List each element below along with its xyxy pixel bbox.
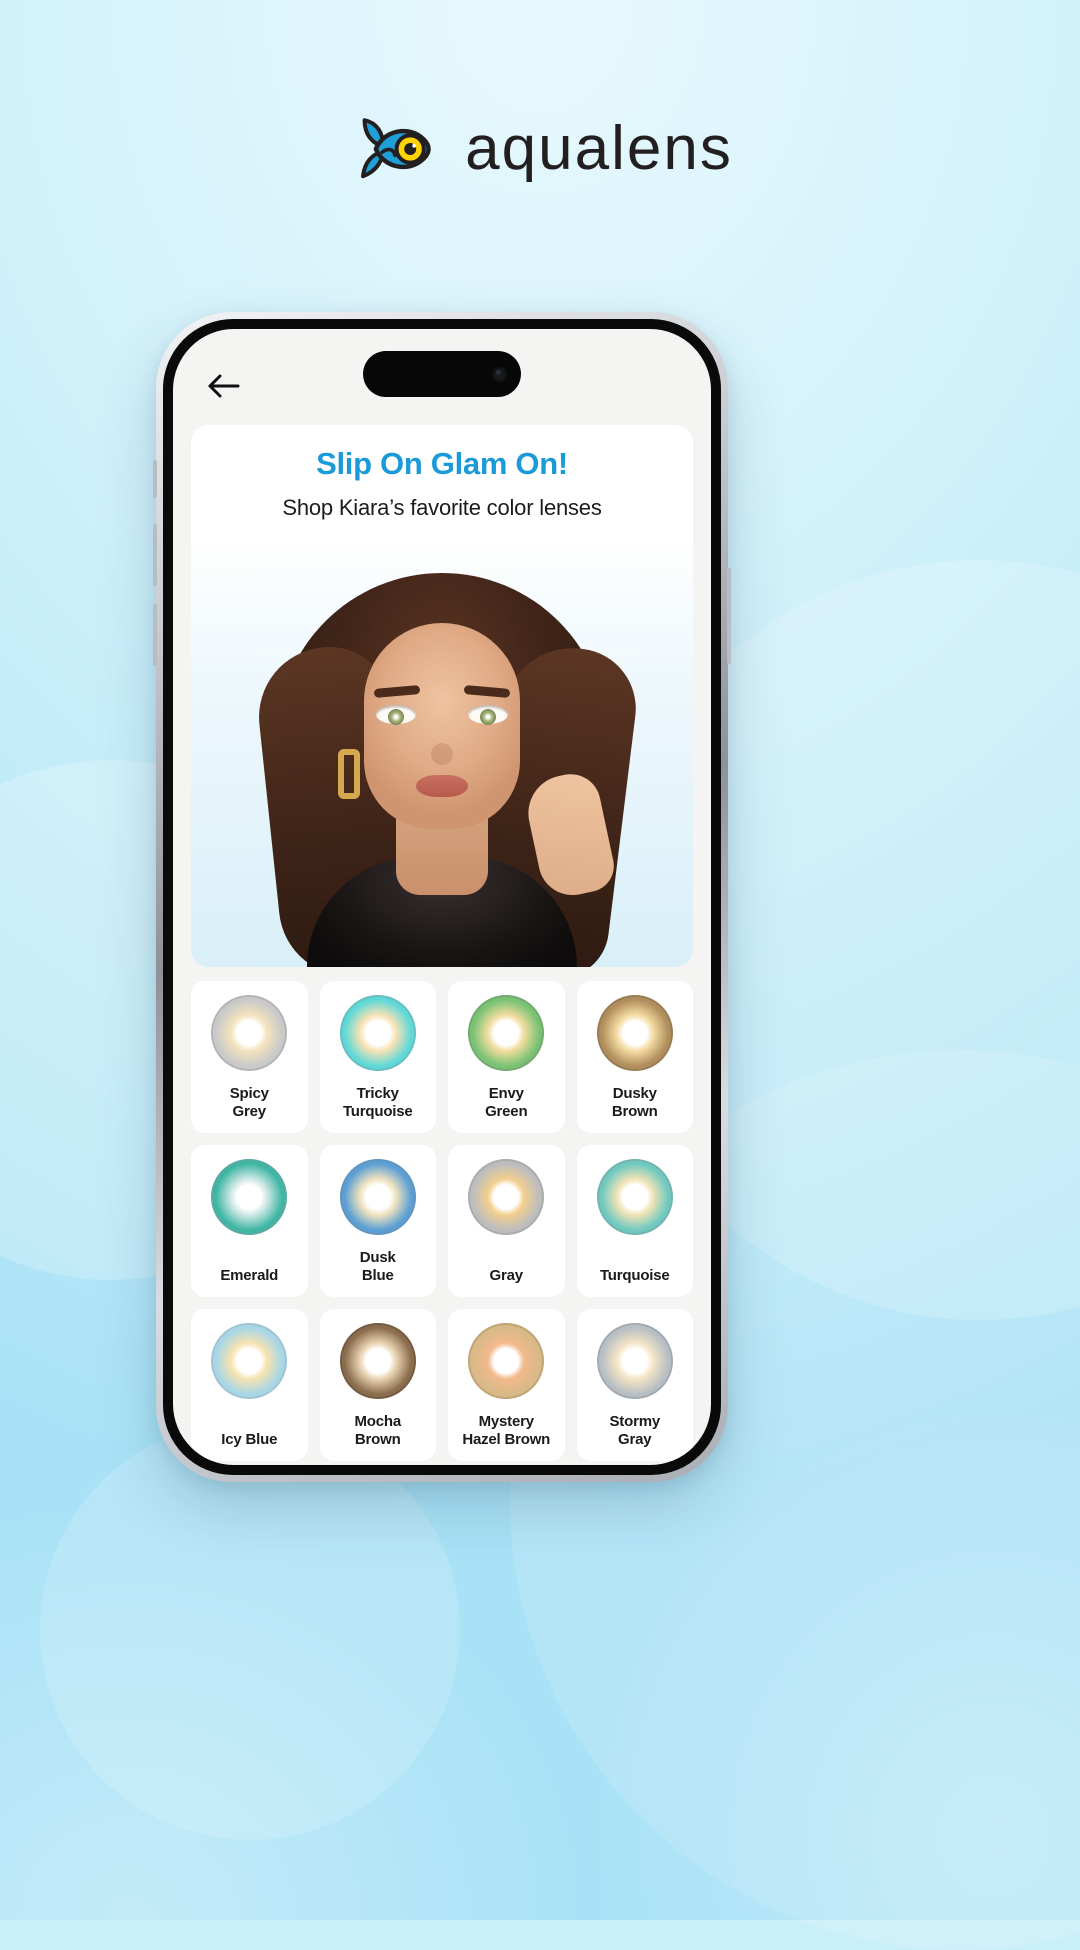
lens-label-line2: Hazel Brown bbox=[462, 1430, 551, 1448]
lens-label-line2: Grey bbox=[232, 1102, 267, 1120]
lens-card[interactable]: Icy Blue bbox=[191, 1309, 308, 1462]
lens-card-label: Dusky Brown bbox=[612, 1073, 658, 1122]
hero-photo bbox=[191, 537, 693, 968]
lens-card[interactable]: Spicy Grey bbox=[191, 981, 308, 1134]
dynamic-island bbox=[363, 351, 521, 397]
lens-card[interactable]: Stormy Gray bbox=[576, 1309, 693, 1462]
model-illustration bbox=[191, 537, 693, 968]
brand-name-lens: lens bbox=[611, 114, 733, 183]
lens-card[interactable]: Dusk Blue bbox=[319, 1145, 436, 1298]
brand-logo: aqua lens bbox=[0, 112, 1080, 186]
lens-swatch-stormy-gray bbox=[596, 1323, 673, 1400]
lens-label-line1: Dusk bbox=[359, 1248, 396, 1266]
back-button[interactable] bbox=[203, 365, 245, 407]
lens-card-label: Gray bbox=[489, 1255, 524, 1285]
brand-name-aqua: aqua bbox=[465, 114, 612, 183]
fish-eye-logo-icon bbox=[361, 118, 431, 179]
lens-card-label: Tricky Turquoise bbox=[343, 1073, 413, 1122]
lens-swatch-gray bbox=[468, 1159, 545, 1236]
hero-card: Slip On Glam On! Shop Kiara’s favorite c… bbox=[191, 425, 693, 968]
phone-mockup: Slip On Glam On! Shop Kiara’s favorite c… bbox=[153, 312, 731, 1482]
lens-card-label: Envy Green bbox=[485, 1073, 528, 1122]
lens-label-line1: Stormy bbox=[609, 1412, 661, 1430]
lens-card-label: Turquoise bbox=[600, 1255, 670, 1285]
lens-label-line1: Dusky bbox=[612, 1084, 657, 1102]
lens-swatch-mocha-brown bbox=[339, 1323, 416, 1400]
lens-card[interactable]: Emerald bbox=[191, 1145, 308, 1298]
lens-card[interactable]: Turquoise bbox=[576, 1145, 693, 1298]
lens-swatch-spicy-grey bbox=[211, 995, 288, 1072]
lens-label-line2: Gray bbox=[618, 1430, 652, 1448]
lens-card[interactable]: Dusky Brown bbox=[576, 981, 693, 1134]
lens-label-line2: Turquoise bbox=[342, 1102, 413, 1120]
lens-card-label: Dusk Blue bbox=[360, 1237, 396, 1286]
phone-volume-up-button[interactable] bbox=[153, 524, 157, 586]
lens-label-line1: Emerald bbox=[220, 1266, 279, 1284]
phone-screen: Slip On Glam On! Shop Kiara’s favorite c… bbox=[173, 329, 711, 1465]
lens-card-label: Spicy Grey bbox=[230, 1073, 269, 1122]
lens-card-label: Emerald bbox=[220, 1255, 278, 1285]
lens-card[interactable]: Mocha Brown bbox=[319, 1309, 436, 1462]
lens-card-label: Icy Blue bbox=[221, 1419, 277, 1449]
brand-wordmark: aqua lens bbox=[465, 118, 733, 180]
lens-card-label: Stormy Gray bbox=[609, 1401, 661, 1450]
lens-swatch-dusky-brown bbox=[596, 995, 673, 1072]
lens-swatch-dusk-blue bbox=[339, 1159, 416, 1236]
lens-label-line1: Icy Blue bbox=[221, 1430, 278, 1448]
lens-swatch-envy-green bbox=[468, 995, 545, 1072]
lens-card[interactable]: Envy Green bbox=[448, 981, 565, 1134]
screen-content[interactable]: Slip On Glam On! Shop Kiara’s favorite c… bbox=[173, 329, 711, 1465]
front-camera-icon bbox=[492, 366, 507, 382]
lens-label-line1: Mocha bbox=[354, 1412, 401, 1430]
lens-label-line1: Mystery bbox=[478, 1412, 534, 1430]
lens-card-label: Mystery Hazel Brown bbox=[462, 1401, 550, 1450]
hero-subtitle: Shop Kiara’s favorite color lenses bbox=[282, 495, 602, 521]
lens-label-line2: Green bbox=[485, 1102, 528, 1120]
lens-card[interactable]: Mystery Hazel Brown bbox=[448, 1309, 565, 1462]
lens-card-label: Mocha Brown bbox=[354, 1401, 401, 1450]
lens-label-line2: Brown bbox=[611, 1102, 658, 1120]
lens-swatch-icy-blue bbox=[211, 1323, 288, 1400]
hero-title: Slip On Glam On! bbox=[316, 446, 568, 481]
phone-power-button[interactable] bbox=[727, 568, 731, 664]
lens-label-line1: Gray bbox=[489, 1266, 524, 1284]
lens-product-grid: Spicy Grey Tricky Turquoise Envy Green D… bbox=[191, 981, 693, 1462]
lens-label-line1: Spicy bbox=[229, 1084, 269, 1102]
phone-silent-switch[interactable] bbox=[153, 460, 157, 498]
lens-label-line2: Brown bbox=[354, 1430, 401, 1448]
lens-label-line2: Blue bbox=[361, 1266, 394, 1284]
lens-label-line1: Tricky bbox=[356, 1084, 399, 1102]
lens-card[interactable]: Tricky Turquoise bbox=[319, 981, 436, 1134]
lens-card[interactable]: Gray bbox=[448, 1145, 565, 1298]
lens-swatch-tricky-turquoise bbox=[339, 995, 416, 1072]
phone-volume-down-button[interactable] bbox=[153, 604, 157, 666]
arrow-left-icon bbox=[208, 374, 240, 398]
lens-swatch-emerald bbox=[211, 1159, 288, 1236]
lens-label-line1: Turquoise bbox=[599, 1266, 670, 1284]
lens-swatch-turquoise bbox=[596, 1159, 673, 1236]
lens-swatch-mystery-hazel-brown bbox=[468, 1323, 545, 1400]
lens-label-line1: Envy bbox=[488, 1084, 524, 1102]
phone-bezel: Slip On Glam On! Shop Kiara’s favorite c… bbox=[163, 319, 721, 1475]
